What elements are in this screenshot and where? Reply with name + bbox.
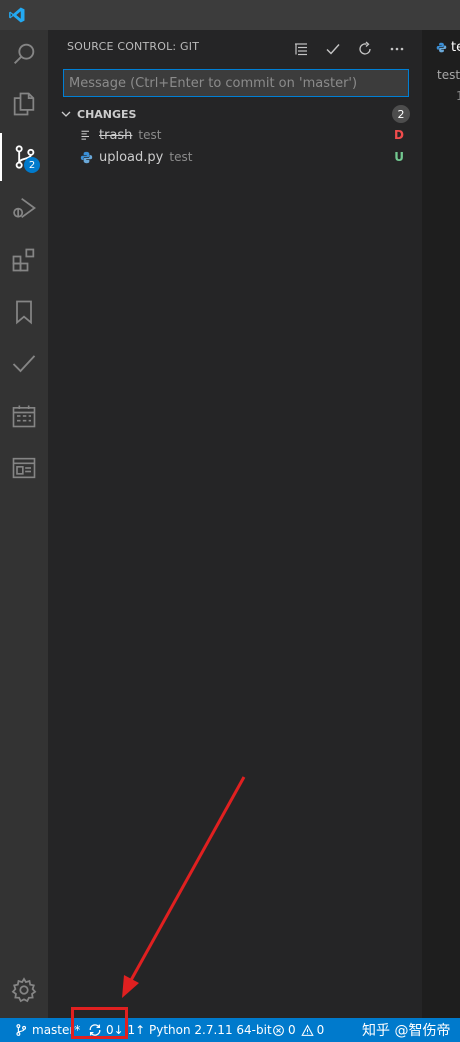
- error-icon: [273, 1024, 284, 1036]
- status-python-interpreter[interactable]: Python 2.7.11 64-bit: [149, 1018, 272, 1042]
- activity-run-debug[interactable]: [0, 184, 48, 232]
- activity-calendar[interactable]: [0, 392, 48, 440]
- breadcrumb[interactable]: test: [437, 68, 460, 82]
- search-icon: [14, 43, 35, 64]
- check-icon: [12, 355, 36, 373]
- gear-icon: [11, 977, 37, 1003]
- source-control-panel: SOURCE CONTROL: GIT CHANGES 2: [48, 30, 422, 1018]
- calendar-icon: [12, 405, 36, 428]
- changes-group-header[interactable]: CHANGES 2: [60, 103, 410, 125]
- file-directory: test: [169, 150, 193, 164]
- files-icon: [13, 92, 35, 116]
- file-name: upload.py: [99, 149, 164, 165]
- activity-bar: 2: [0, 30, 48, 1018]
- window-icon: [12, 457, 36, 479]
- activity-extensions[interactable]: [0, 236, 48, 284]
- debug-icon: [13, 197, 36, 219]
- activity-bookmarks[interactable]: [0, 288, 48, 336]
- python-version: Python 2.7.11 64-bit: [149, 1023, 272, 1037]
- editor-tab-bar: te: [422, 30, 460, 65]
- activity-explorer[interactable]: [0, 80, 48, 128]
- editor-area[interactable]: test 1: [422, 65, 460, 1018]
- activity-settings[interactable]: [0, 966, 48, 1014]
- editor-tab-label: te: [451, 40, 460, 55]
- status-bar: master* 0↓ 1↑ Python 2.7.11 64-bit 0 0 知…: [0, 1018, 460, 1042]
- watermark-text: 知乎 @智伤帝: [362, 1023, 451, 1039]
- file-name: trash: [99, 127, 133, 143]
- commit-button[interactable]: [322, 38, 344, 60]
- extensions-icon: [12, 248, 35, 272]
- changed-file-row[interactable]: upload.py test U: [78, 146, 410, 168]
- error-count: 0: [288, 1023, 296, 1037]
- title-bar: [0, 0, 460, 30]
- line-number: 1: [456, 89, 460, 103]
- list-view-icon: [295, 43, 307, 56]
- file-status-deleted: D: [394, 128, 404, 142]
- changes-label: CHANGES: [77, 107, 137, 121]
- vscode-logo-icon: [9, 7, 25, 23]
- python-file-icon: [436, 42, 447, 53]
- changes-count-badge: 2: [392, 105, 410, 123]
- activity-source-control[interactable]: 2: [0, 133, 48, 181]
- branch-icon: [16, 1024, 27, 1036]
- refresh-button[interactable]: [354, 38, 376, 60]
- editor-tab[interactable]: te: [422, 30, 460, 65]
- refresh-icon: [359, 41, 371, 55]
- source-control-badge: 2: [24, 157, 40, 173]
- status-problems[interactable]: 0 0: [272, 1018, 324, 1042]
- panel-title: SOURCE CONTROL: GIT: [67, 40, 200, 53]
- check-icon: [326, 44, 340, 55]
- activity-browser-preview[interactable]: [0, 444, 48, 492]
- more-actions-button[interactable]: [386, 38, 408, 60]
- panel-actions: [290, 38, 408, 60]
- warning-icon: [300, 1024, 314, 1036]
- file-directory: test: [138, 128, 162, 142]
- file-status-untracked: U: [394, 150, 404, 164]
- more-icon: [390, 47, 404, 51]
- commit-message-input[interactable]: [63, 69, 409, 97]
- bookmark-icon: [16, 300, 32, 325]
- view-as-list-button[interactable]: [290, 38, 312, 60]
- warning-count: 0: [316, 1023, 325, 1037]
- annotation-highlight-box: [71, 1007, 128, 1039]
- changed-file-row[interactable]: trash test D: [78, 124, 410, 146]
- text-file-icon: [78, 127, 94, 143]
- activity-search[interactable]: [0, 30, 48, 78]
- python-file-icon: [78, 149, 94, 165]
- chevron-down-icon: [61, 111, 71, 117]
- activity-todo[interactable]: [0, 340, 48, 388]
